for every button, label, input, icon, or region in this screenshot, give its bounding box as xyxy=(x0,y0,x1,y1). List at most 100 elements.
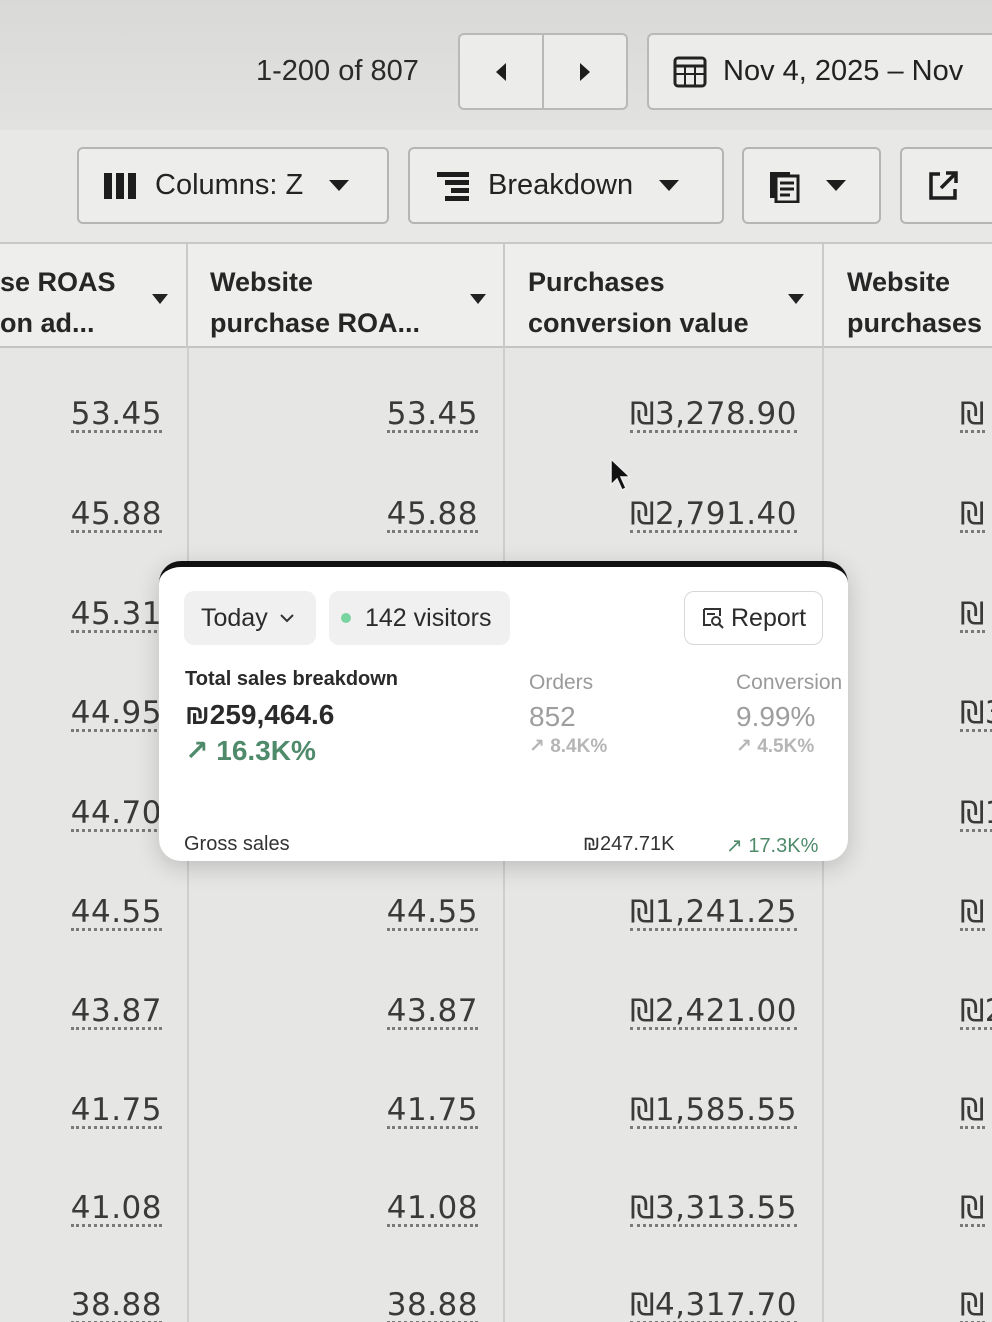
website-purchases-cell: ₪ xyxy=(960,893,985,931)
website-roas-cell: 45.88 xyxy=(386,495,478,533)
breakdown-label: Breakdown xyxy=(488,169,634,201)
website-purchases-cell: ₪ xyxy=(960,1286,985,1322)
roas-cell: 41.08 xyxy=(70,1189,162,1227)
period-selector[interactable]: Today xyxy=(184,591,316,645)
total-sales-label: Total sales breakdown xyxy=(185,668,399,690)
gross-sales-value: ₪247.71K xyxy=(583,833,675,855)
website-purchases-cell: ₪2 xyxy=(960,962,992,1062)
live-dot-icon xyxy=(341,613,351,623)
website-purchases-cell: ₪ xyxy=(960,1189,985,1227)
live-visitors-badge: 142 visitors xyxy=(329,591,510,645)
conversion-label: Conversion xyxy=(736,671,843,694)
sort-caret-icon[interactable] xyxy=(152,294,168,304)
website-roas-cell: 41.08 xyxy=(386,1189,478,1227)
next-page-button[interactable] xyxy=(542,33,628,110)
report-label: Report xyxy=(731,603,807,632)
website-roas-cell: 41.75 xyxy=(386,1091,478,1129)
total-sales-change: ↗ 16.3K% xyxy=(185,735,316,766)
roas-cell: 44.95 xyxy=(70,694,162,732)
chevron-down-icon xyxy=(280,614,294,623)
roas-cell: 43.87 xyxy=(70,992,162,1030)
table-header: se ROAS on ad... Website purchase ROA...… xyxy=(0,242,992,348)
roas-cell: 44.70 xyxy=(70,794,162,832)
conversion-value-cell: ₪3,278.90 xyxy=(630,395,797,433)
pagination-bar: 1-200 of 807 Nov 4, 2025 – Nov xyxy=(0,0,992,130)
website-purchases-cell: ₪ xyxy=(960,1091,985,1129)
sales-summary-card: Today 142 visitors Report Total sales br… xyxy=(159,561,848,861)
website-purchases-cell: ₪ xyxy=(960,495,985,533)
table-row[interactable]: 44.55 44.55 ₪1,241.25 ₪ xyxy=(0,863,992,963)
report-document-icon xyxy=(770,171,800,203)
reports-button[interactable] xyxy=(742,147,881,224)
sort-caret-icon[interactable] xyxy=(788,294,804,304)
table-row[interactable]: 41.08 41.08 ₪3,313.55 ₪ xyxy=(0,1159,992,1259)
roas-cell: 44.55 xyxy=(70,893,162,931)
roas-cell: 38.88 xyxy=(70,1286,162,1322)
orders-label: Orders xyxy=(529,671,594,694)
conversion-value-cell: ₪4,317.70 xyxy=(630,1286,797,1322)
header-line: on ad... xyxy=(0,308,95,338)
pagination-range: 1-200 of 807 xyxy=(256,55,419,87)
columns-label: Columns: Z xyxy=(155,169,304,201)
table-row[interactable]: 38.88 38.88 ₪4,317.70 ₪ xyxy=(0,1256,992,1322)
calendar-icon xyxy=(673,56,707,87)
table-row[interactable]: 43.87 43.87 ₪2,421.00 ₪2 xyxy=(0,962,992,1062)
columns-button[interactable]: Columns: Z xyxy=(77,147,389,224)
website-purchases-cell: ₪3 xyxy=(960,664,992,764)
orders-value: 852 xyxy=(529,701,576,732)
gross-sales-change: ↗ 17.3K% xyxy=(726,835,819,857)
chevron-left-icon xyxy=(496,62,506,81)
date-range-text: Nov 4, 2025 – Nov xyxy=(723,55,964,87)
website-roas-cell: 44.55 xyxy=(386,893,478,931)
header-line: Website xyxy=(847,267,951,297)
roas-cell: 53.45 xyxy=(70,395,162,433)
roas-cell: 45.31 xyxy=(70,595,162,633)
roas-cell: 45.88 xyxy=(70,495,162,533)
conversion-value-cell: ₪1,585.55 xyxy=(630,1091,797,1129)
website-roas-cell: 43.87 xyxy=(386,992,478,1030)
open-external-button[interactable] xyxy=(900,147,992,224)
table-row[interactable]: 45.88 45.88 ₪2,791.40 ₪ xyxy=(0,465,992,565)
website-purchases-cell: ₪1 xyxy=(960,764,992,864)
header-line: purchase ROA... xyxy=(210,308,421,338)
visitors-count: 142 visitors xyxy=(365,603,492,632)
date-range-picker[interactable]: Nov 4, 2025 – Nov xyxy=(647,33,992,110)
report-search-icon xyxy=(703,608,724,629)
table-row[interactable]: 53.45 53.45 ₪3,278.90 ₪ xyxy=(0,365,992,465)
breakdown-icon xyxy=(437,171,469,201)
website-roas-cell: 38.88 xyxy=(386,1286,478,1322)
conversion-value-cell: ₪2,421.00 xyxy=(630,992,797,1030)
caret-down-icon xyxy=(329,180,350,191)
columns-icon xyxy=(104,172,136,199)
sort-caret-icon[interactable] xyxy=(470,294,486,304)
column-header-roas[interactable]: se ROAS on ad... xyxy=(0,244,188,348)
header-line: conversion value xyxy=(528,308,749,338)
gross-sales-label: Gross sales xyxy=(184,833,290,855)
column-header-purchases-conversion-value[interactable]: Purchases conversion value xyxy=(505,244,824,348)
conversion-value-cell: ₪1,241.25 xyxy=(630,893,797,931)
caret-down-icon xyxy=(826,180,846,191)
external-link-icon xyxy=(929,170,958,200)
column-header-website-purchases[interactable]: Website purchases xyxy=(824,244,992,348)
conversion-value-cell: ₪3,313.55 xyxy=(630,1189,797,1227)
conversion-change: ↗ 4.5K% xyxy=(736,736,815,757)
total-sales-value: ₪259,464.6 xyxy=(185,699,335,730)
previous-page-button[interactable] xyxy=(458,33,544,110)
table-toolbar: Columns: Z Breakdown xyxy=(0,130,992,242)
caret-down-icon xyxy=(659,180,680,191)
column-header-website-purchase-roas[interactable]: Website purchase ROA... xyxy=(188,244,505,348)
breakdown-button[interactable]: Breakdown xyxy=(408,147,724,224)
conversion-value: 9.99% xyxy=(736,701,816,732)
orders-change: ↗ 8.4K% xyxy=(529,736,608,757)
website-purchases-cell: ₪ xyxy=(960,595,985,633)
report-button[interactable]: Report xyxy=(684,591,823,645)
mouse-cursor-icon xyxy=(610,457,632,492)
header-line: purchases xyxy=(847,308,983,338)
table-row[interactable]: 41.75 41.75 ₪1,585.55 ₪ xyxy=(0,1061,992,1161)
header-line: Website xyxy=(210,267,314,297)
period-label: Today xyxy=(201,603,268,632)
conversion-value-cell: ₪2,791.40 xyxy=(630,495,797,533)
website-roas-cell: 53.45 xyxy=(386,395,478,433)
chevron-right-icon xyxy=(580,62,590,81)
website-purchases-cell: ₪ xyxy=(960,395,985,433)
